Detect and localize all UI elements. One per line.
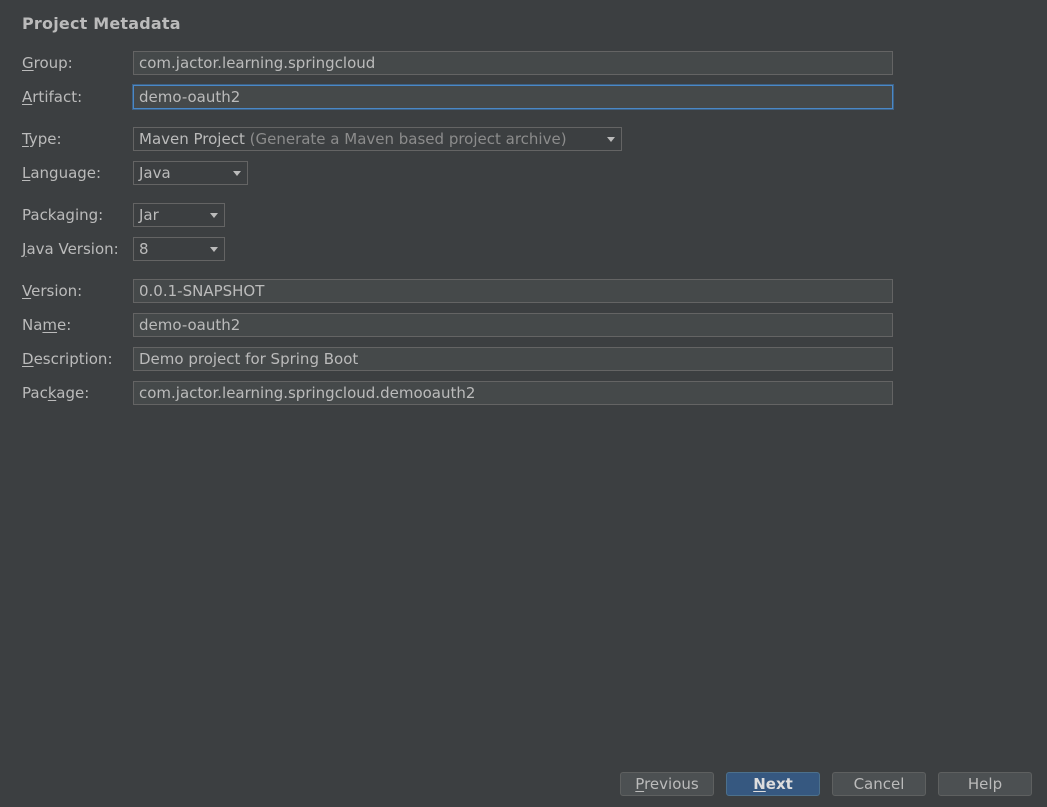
group-field[interactable]: com.jactor.learning.springcloud	[133, 51, 893, 75]
next-button[interactable]: Next	[726, 772, 820, 796]
description-label: Description:	[22, 350, 113, 368]
artifact-label: Artifact:	[22, 88, 83, 106]
type-select[interactable]: Maven Project (Generate a Maven based pr…	[133, 127, 622, 151]
java-version-label: Java Version:	[22, 240, 119, 258]
language-select[interactable]: Java	[133, 161, 248, 185]
chevron-down-icon	[607, 137, 615, 142]
artifact-field[interactable]: demo-oauth2	[133, 85, 893, 109]
package-field[interactable]: com.jactor.learning.springcloud.demooaut…	[133, 381, 893, 405]
section-title: Project Metadata	[22, 14, 181, 33]
chevron-down-icon	[210, 247, 218, 252]
group-label: Group:	[22, 54, 73, 72]
previous-button[interactable]: Previous	[620, 772, 714, 796]
java-version-select-value: 8	[139, 240, 149, 258]
version-label: Version:	[22, 282, 83, 300]
chevron-down-icon	[210, 213, 218, 218]
packaging-select[interactable]: Jar	[133, 203, 225, 227]
java-version-select[interactable]: 8	[133, 237, 225, 261]
name-label: Name:	[22, 316, 72, 334]
description-field[interactable]: Demo project for Spring Boot	[133, 347, 893, 371]
cancel-button[interactable]: Cancel	[832, 772, 926, 796]
type-select-value: Maven Project	[139, 130, 245, 148]
package-label: Package:	[22, 384, 90, 402]
language-select-value: Java	[139, 164, 171, 182]
type-label: Type:	[22, 130, 62, 148]
name-field[interactable]: demo-oauth2	[133, 313, 893, 337]
version-field[interactable]: 0.0.1-SNAPSHOT	[133, 279, 893, 303]
packaging-select-value: Jar	[139, 206, 159, 224]
language-label: Language:	[22, 164, 102, 182]
help-button[interactable]: Help	[938, 772, 1032, 796]
chevron-down-icon	[233, 171, 241, 176]
packaging-label: Packaging:	[22, 206, 104, 224]
type-select-hint: (Generate a Maven based project archive)	[249, 130, 567, 148]
